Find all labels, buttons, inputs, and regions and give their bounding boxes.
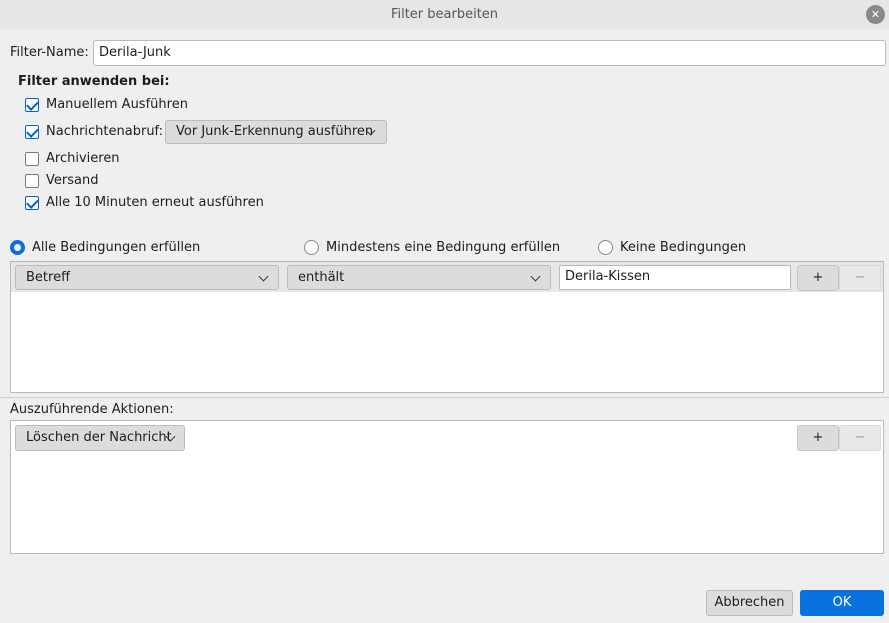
filter-name-input[interactable]: Derila-Junk (93, 40, 886, 66)
condition-value-input[interactable]: Derila-Kissen (559, 265, 791, 290)
condition-operator-select[interactable]: enthält (287, 265, 551, 290)
chevron-down-icon (530, 271, 541, 282)
cancel-button[interactable]: Abbrechen (706, 590, 793, 616)
action-type-select[interactable]: Löschen der Nachricht (15, 425, 185, 451)
title-bar: Filter bearbeiten ✕ (0, 0, 889, 29)
manual-run-label[interactable]: Manuellem Ausführen (46, 97, 188, 112)
condition-operator-value: enthält (298, 270, 345, 285)
condition-field-value: Betreff (26, 270, 71, 285)
remove-action-button[interactable]: − (839, 425, 881, 451)
match-any-radio[interactable] (304, 240, 319, 255)
manual-run-checkbox[interactable] (25, 98, 39, 112)
send-label[interactable]: Versand (46, 173, 98, 188)
add-condition-button[interactable]: + (797, 265, 839, 291)
send-checkbox[interactable] (25, 174, 39, 188)
ok-button[interactable]: OK (800, 590, 884, 616)
mail-retrieval-checkbox[interactable] (25, 125, 39, 139)
condition-field-select[interactable]: Betreff (15, 265, 279, 290)
archive-label[interactable]: Archivieren (46, 151, 120, 166)
section-divider (0, 397, 889, 398)
periodic-label[interactable]: Alle 10 Minuten erneut ausführen (46, 195, 264, 210)
match-any-label[interactable]: Mindestens eine Bedingung erfüllen (326, 240, 560, 255)
periodic-checkbox[interactable] (25, 196, 39, 210)
close-icon[interactable]: ✕ (866, 5, 885, 24)
retrieval-timing-value: Vor Junk-Erkennung ausführen (176, 124, 374, 139)
add-action-button[interactable]: + (797, 425, 839, 451)
archive-checkbox[interactable] (25, 152, 39, 166)
mail-retrieval-label[interactable]: Nachrichtenabruf: (46, 124, 163, 139)
chevron-down-icon (258, 271, 269, 282)
match-all-radio[interactable] (10, 240, 25, 255)
filter-name-label: Filter-Name: (10, 45, 89, 60)
remove-condition-button[interactable]: − (839, 265, 881, 291)
retrieval-timing-select[interactable]: Vor Junk-Erkennung ausführen (165, 120, 387, 144)
action-type-value: Löschen der Nachricht (26, 430, 172, 445)
window-title: Filter bearbeiten (390, 7, 499, 22)
match-none-label[interactable]: Keine Bedingungen (620, 240, 746, 255)
match-none-radio[interactable] (598, 240, 613, 255)
match-all-label[interactable]: Alle Bedingungen erfüllen (32, 240, 200, 255)
actions-label: Auszuführende Aktionen: (10, 402, 174, 417)
apply-when-heading: Filter anwenden bei: (18, 74, 170, 89)
